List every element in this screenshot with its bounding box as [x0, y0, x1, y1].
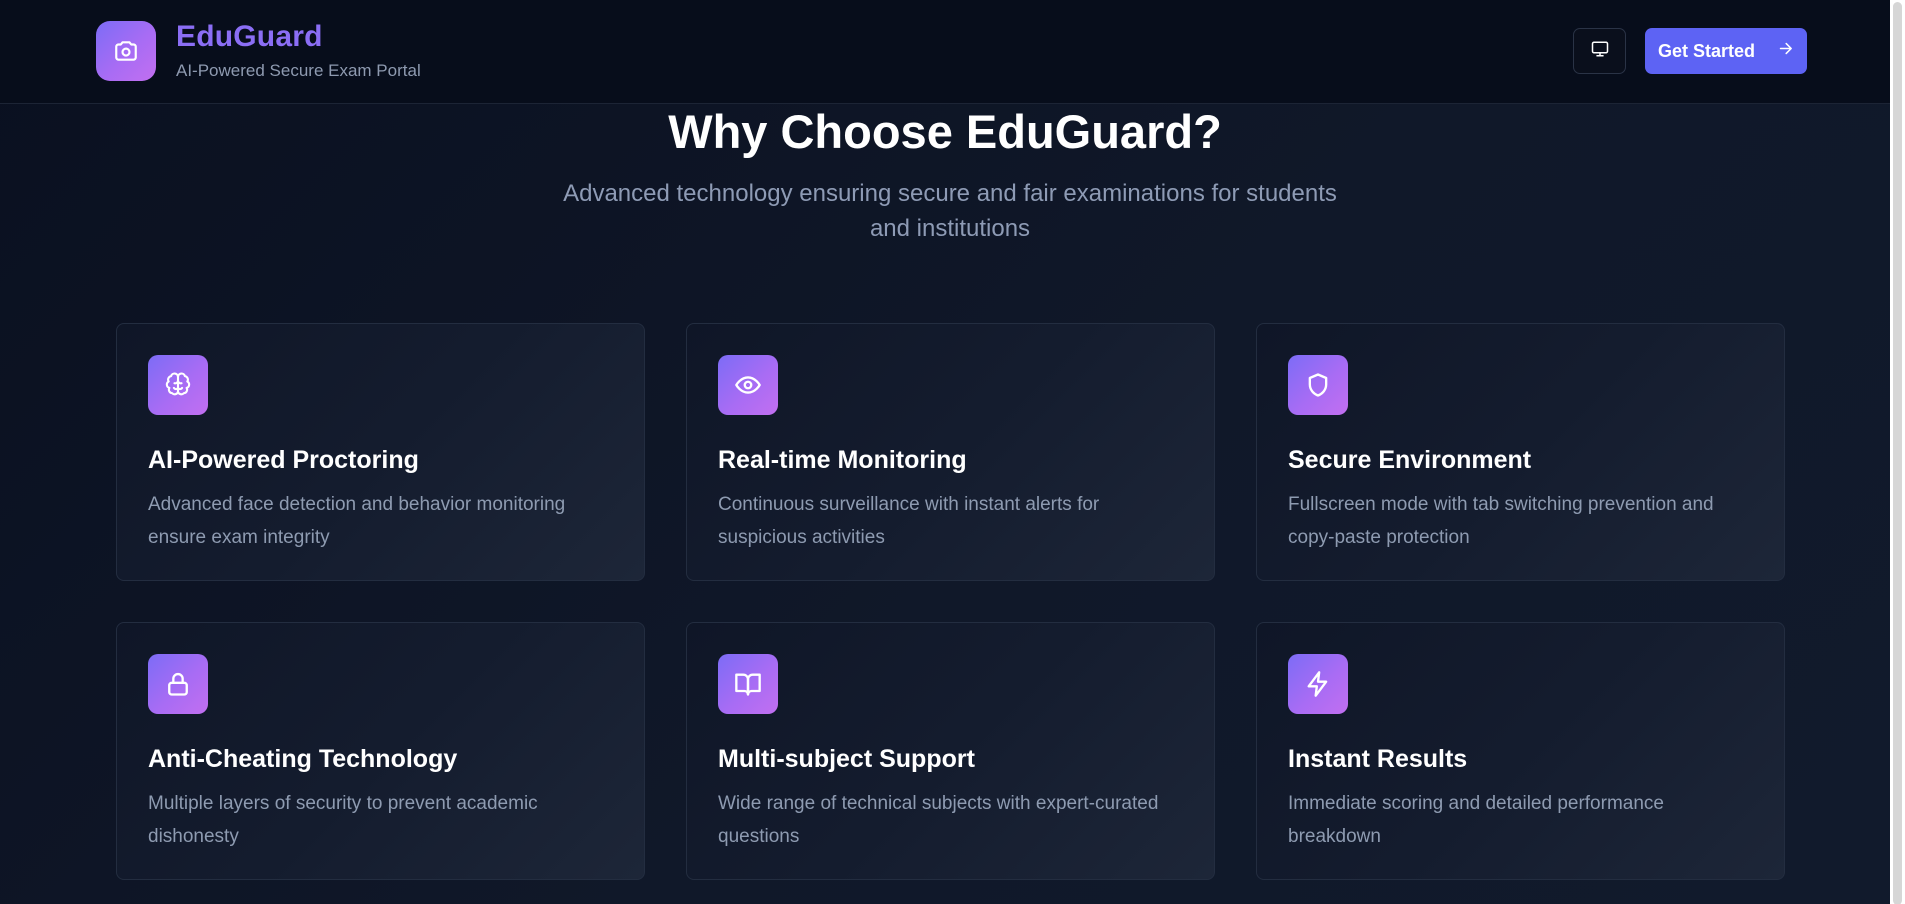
feature-description: Wide range of technical subjects with ex…: [718, 793, 1159, 847]
brain-icon: [148, 355, 208, 415]
feature-card-anti-cheating: Anti-Cheating Technology Multiple layers…: [116, 622, 645, 880]
feature-card-real-time-monitoring: Real-time Monitoring Continuous surveill…: [686, 323, 1215, 581]
lightning-icon: [1288, 654, 1348, 714]
feature-card-ai-proctoring: AI-Powered Proctoring Advanced face dete…: [116, 323, 645, 581]
feature-description: Advanced face detection and behavior mon…: [148, 494, 566, 548]
get-started-button[interactable]: Get Started: [1645, 28, 1807, 74]
scrollbar-thumb[interactable]: [1893, 2, 1902, 904]
feature-card-multi-subject: Multi-subject Support Wide range of tech…: [686, 622, 1215, 880]
top-navbar: EduGuard AI-Powered Secure Exam Portal G…: [0, 0, 1890, 104]
camera-icon[interactable]: [96, 21, 156, 81]
lock-icon: [148, 654, 208, 714]
feature-card-secure-environment: Secure Environment Fullscreen mode with …: [1256, 323, 1785, 581]
eye-icon: [718, 355, 778, 415]
book-open-icon: [718, 654, 778, 714]
shield-icon: [1288, 355, 1348, 415]
brand-subtitle: AI-Powered Secure Exam Portal: [176, 61, 421, 80]
feature-card-instant-results: Instant Results Immediate scoring and de…: [1256, 622, 1785, 880]
feature-description: Fullscreen mode with tab switching preve…: [1288, 494, 1714, 548]
feature-description: Immediate scoring and detailed performan…: [1288, 793, 1664, 847]
feature-title: AI-Powered Proctoring: [148, 446, 419, 474]
feature-title: Multi-subject Support: [718, 745, 975, 773]
feature-description: Continuous surveillance with instant ale…: [718, 494, 1100, 548]
page: EduGuard AI-Powered Secure Exam Portal G…: [0, 0, 1905, 904]
vertical-scrollbar[interactable]: [1890, 0, 1905, 904]
section-subtitle: Advanced technology ensuring secure and …: [563, 180, 1337, 242]
feature-title: Secure Environment: [1288, 446, 1532, 474]
monitor-icon: [1591, 40, 1609, 63]
section-title: Why Choose EduGuard?: [668, 105, 1222, 158]
display-mode-button[interactable]: [1573, 28, 1626, 74]
get-started-label: Get Started: [1657, 40, 1756, 61]
brand-title[interactable]: EduGuard: [176, 20, 323, 54]
feature-title: Instant Results: [1288, 745, 1468, 773]
arrow-right-icon: [1777, 40, 1794, 62]
feature-title: Real-time Monitoring: [718, 446, 967, 474]
feature-description: Multiple layers of security to prevent a…: [148, 793, 538, 847]
feature-title: Anti-Cheating Technology: [148, 745, 458, 773]
